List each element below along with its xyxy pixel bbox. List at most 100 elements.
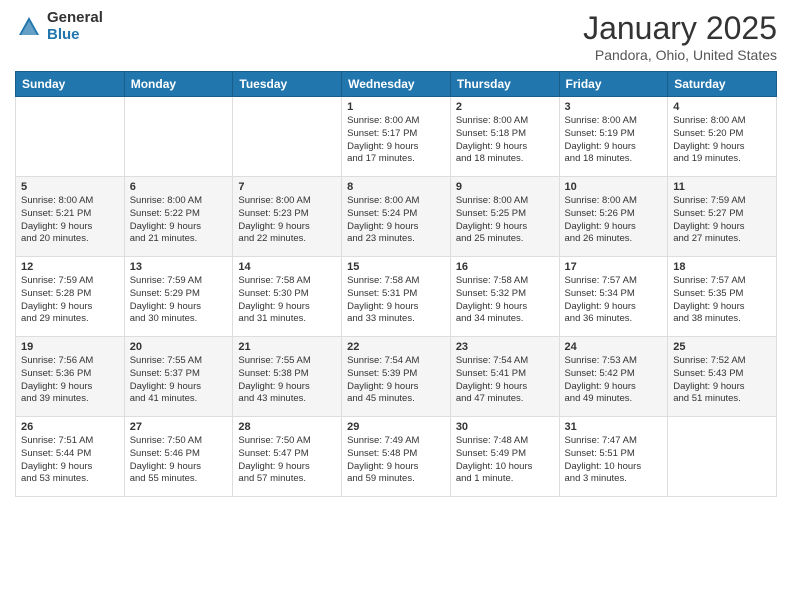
cell-info-text: Sunrise: 8:00 AM Sunset: 5:26 PM Dayligh… <box>565 195 663 246</box>
cell-date-number: 4 <box>673 101 771 113</box>
table-row: 27 Sunrise: 7:50 AM Sunset: 5:46 PM Dayli… <box>124 417 233 497</box>
table-row: 15Sunrise: 7:58 AM Sunset: 5:31 PM Dayli… <box>342 257 451 337</box>
col-sunday: Sunday <box>16 72 125 97</box>
table-row: 30Sunrise: 7:48 AM Sunset: 5:49 PM Dayli… <box>450 417 559 497</box>
calendar-row-2: 5Sunrise: 8:00 AM Sunset: 5:21 PM Daylig… <box>16 177 777 257</box>
col-wednesday: Wednesday <box>342 72 451 97</box>
cell-info-text: Sunrise: 7:57 AM Sunset: 5:35 PM Dayligh… <box>673 275 771 326</box>
cell-info-text: Sunrise: 7:50 AM Sunset: 5:47 PM Dayligh… <box>238 435 336 486</box>
calendar-location: Pandora, Ohio, United States <box>583 47 777 63</box>
col-tuesday: Tuesday <box>233 72 342 97</box>
logo: General Blue <box>15 10 103 43</box>
cell-info-text: Sunrise: 7:56 AM Sunset: 5:36 PM Dayligh… <box>21 355 119 406</box>
cell-info-text: Sunrise: 8:00 AM Sunset: 5:17 PM Dayligh… <box>347 115 445 166</box>
cell-date-number: 18 <box>673 261 771 273</box>
cell-date-number: 16 <box>456 261 554 273</box>
table-row: 13 Sunrise: 7:59 AM Sunset: 5:29 PM Dayli… <box>124 257 233 337</box>
cell-info-text: Sunrise: 7:51 AM Sunset: 5:44 PM Dayligh… <box>21 435 119 486</box>
table-row: 25 Sunrise: 7:52 AM Sunset: 5:43 PM Dayli… <box>668 337 777 417</box>
cell-info-text: Sunrise: 7:59 AM Sunset: 5:28 PM Dayligh… <box>21 275 119 326</box>
cell-date-number: 9 <box>456 181 554 193</box>
table-row: 7 Sunrise: 8:00 AM Sunset: 5:23 PM Daylig… <box>233 177 342 257</box>
col-monday: Monday <box>124 72 233 97</box>
table-row: 22 Sunrise: 7:54 AM Sunset: 5:39 PM Dayli… <box>342 337 451 417</box>
table-row: 28 Sunrise: 7:50 AM Sunset: 5:47 PM Dayli… <box>233 417 342 497</box>
cell-date-number: 30 <box>456 421 554 433</box>
cell-info-text: Sunrise: 7:50 AM Sunset: 5:46 PM Dayligh… <box>130 435 228 486</box>
cell-date-number: 21 <box>238 341 336 353</box>
cell-info-text: Sunrise: 8:00 AM Sunset: 5:20 PM Dayligh… <box>673 115 771 166</box>
cell-date-number: 6 <box>130 181 228 193</box>
table-row: 17 Sunrise: 7:57 AM Sunset: 5:34 PM Dayli… <box>559 257 668 337</box>
calendar-row-3: 12 Sunrise: 7:59 AM Sunset: 5:28 PM Dayli… <box>16 257 777 337</box>
table-row: 26 Sunrise: 7:51 AM Sunset: 5:44 PM Dayli… <box>16 417 125 497</box>
table-row: 4 Sunrise: 8:00 AM Sunset: 5:20 PM Daylig… <box>668 97 777 177</box>
cell-date-number: 10 <box>565 181 663 193</box>
table-row: 29Sunrise: 7:49 AM Sunset: 5:48 PM Dayli… <box>342 417 451 497</box>
table-row: 24Sunrise: 7:53 AM Sunset: 5:42 PM Dayli… <box>559 337 668 417</box>
cell-info-text: Sunrise: 7:55 AM Sunset: 5:38 PM Dayligh… <box>238 355 336 406</box>
table-row: 6Sunrise: 8:00 AM Sunset: 5:22 PM Daylig… <box>124 177 233 257</box>
cell-date-number: 11 <box>673 181 771 193</box>
table-row: 11Sunrise: 7:59 AM Sunset: 5:27 PM Dayli… <box>668 177 777 257</box>
cell-info-text: Sunrise: 8:00 AM Sunset: 5:19 PM Dayligh… <box>565 115 663 166</box>
cell-date-number: 17 <box>565 261 663 273</box>
cell-date-number: 13 <box>130 261 228 273</box>
header: General Blue January 2025 Pandora, Ohio,… <box>15 10 777 63</box>
cell-info-text: Sunrise: 7:57 AM Sunset: 5:34 PM Dayligh… <box>565 275 663 326</box>
calendar-row-5: 26 Sunrise: 7:51 AM Sunset: 5:44 PM Dayli… <box>16 417 777 497</box>
cell-info-text: Sunrise: 7:54 AM Sunset: 5:41 PM Dayligh… <box>456 355 554 406</box>
table-row: 12 Sunrise: 7:59 AM Sunset: 5:28 PM Dayli… <box>16 257 125 337</box>
cell-info-text: Sunrise: 7:58 AM Sunset: 5:32 PM Dayligh… <box>456 275 554 326</box>
table-row: 20 Sunrise: 7:55 AM Sunset: 5:37 PM Dayli… <box>124 337 233 417</box>
cell-date-number: 28 <box>238 421 336 433</box>
cell-date-number: 12 <box>21 261 119 273</box>
table-row <box>16 97 125 177</box>
table-row: 5Sunrise: 8:00 AM Sunset: 5:21 PM Daylig… <box>16 177 125 257</box>
cell-date-number: 2 <box>456 101 554 113</box>
cell-info-text: Sunrise: 8:00 AM Sunset: 5:18 PM Dayligh… <box>456 115 554 166</box>
cell-info-text: Sunrise: 7:58 AM Sunset: 5:30 PM Dayligh… <box>238 275 336 326</box>
table-row <box>233 97 342 177</box>
cell-date-number: 15 <box>347 261 445 273</box>
cell-info-text: Sunrise: 8:00 AM Sunset: 5:24 PM Dayligh… <box>347 195 445 246</box>
table-row: 31 Sunrise: 7:47 AM Sunset: 5:51 PM Dayli… <box>559 417 668 497</box>
logo-icon <box>15 13 43 41</box>
cell-date-number: 23 <box>456 341 554 353</box>
table-row: 1Sunrise: 8:00 AM Sunset: 5:17 PM Daylig… <box>342 97 451 177</box>
cell-info-text: Sunrise: 7:55 AM Sunset: 5:37 PM Dayligh… <box>130 355 228 406</box>
table-row <box>124 97 233 177</box>
cell-info-text: Sunrise: 7:59 AM Sunset: 5:29 PM Dayligh… <box>130 275 228 326</box>
cell-date-number: 26 <box>21 421 119 433</box>
cell-date-number: 3 <box>565 101 663 113</box>
cell-info-text: Sunrise: 7:54 AM Sunset: 5:39 PM Dayligh… <box>347 355 445 406</box>
cell-info-text: Sunrise: 7:49 AM Sunset: 5:48 PM Dayligh… <box>347 435 445 486</box>
table-row: 23 Sunrise: 7:54 AM Sunset: 5:41 PM Dayli… <box>450 337 559 417</box>
table-row: 3 Sunrise: 8:00 AM Sunset: 5:19 PM Daylig… <box>559 97 668 177</box>
cell-date-number: 31 <box>565 421 663 433</box>
table-row: 18 Sunrise: 7:57 AM Sunset: 5:35 PM Dayli… <box>668 257 777 337</box>
calendar-table: Sunday Monday Tuesday Wednesday Thursday… <box>15 71 777 497</box>
logo-text: General Blue <box>47 10 103 43</box>
table-row: 16 Sunrise: 7:58 AM Sunset: 5:32 PM Dayli… <box>450 257 559 337</box>
col-saturday: Saturday <box>668 72 777 97</box>
cell-info-text: Sunrise: 7:52 AM Sunset: 5:43 PM Dayligh… <box>673 355 771 406</box>
page: General Blue January 2025 Pandora, Ohio,… <box>0 0 792 612</box>
cell-date-number: 7 <box>238 181 336 193</box>
logo-blue-text: Blue <box>47 27 103 44</box>
cell-date-number: 27 <box>130 421 228 433</box>
table-row: 19Sunrise: 7:56 AM Sunset: 5:36 PM Dayli… <box>16 337 125 417</box>
table-row: 21 Sunrise: 7:55 AM Sunset: 5:38 PM Dayli… <box>233 337 342 417</box>
cell-info-text: Sunrise: 7:47 AM Sunset: 5:51 PM Dayligh… <box>565 435 663 486</box>
col-thursday: Thursday <box>450 72 559 97</box>
cell-date-number: 25 <box>673 341 771 353</box>
table-row: 2 Sunrise: 8:00 AM Sunset: 5:18 PM Daylig… <box>450 97 559 177</box>
cell-info-text: Sunrise: 8:00 AM Sunset: 5:21 PM Dayligh… <box>21 195 119 246</box>
cell-date-number: 24 <box>565 341 663 353</box>
calendar-row-4: 19Sunrise: 7:56 AM Sunset: 5:36 PM Dayli… <box>16 337 777 417</box>
cell-info-text: Sunrise: 8:00 AM Sunset: 5:25 PM Dayligh… <box>456 195 554 246</box>
cell-date-number: 20 <box>130 341 228 353</box>
cell-info-text: Sunrise: 8:00 AM Sunset: 5:23 PM Dayligh… <box>238 195 336 246</box>
calendar-title: January 2025 <box>583 10 777 47</box>
cell-date-number: 22 <box>347 341 445 353</box>
